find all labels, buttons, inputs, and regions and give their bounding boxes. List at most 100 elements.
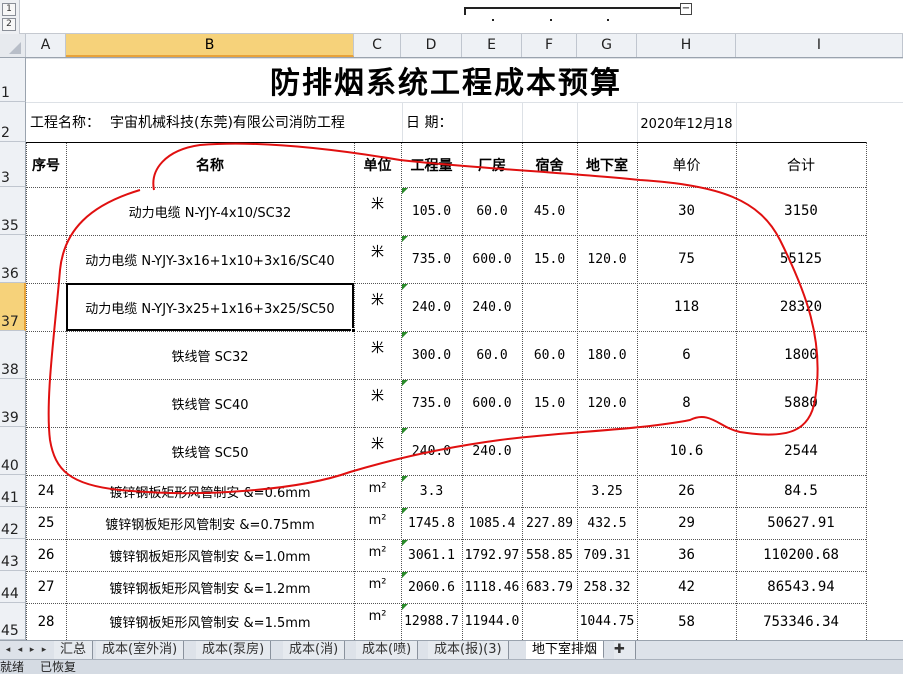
cell-name-row-36[interactable]: 动力电缆 N-YJY-3x16+1x10+3x16/SC40 <box>66 235 354 283</box>
cell-seq-row-36[interactable] <box>26 235 66 283</box>
row-header-40[interactable]: 40 <box>0 427 26 475</box>
cell-plant-row-35[interactable]: 60.0 <box>462 187 522 235</box>
cell-total-row-42[interactable]: 50627.91 <box>736 507 866 539</box>
cell-qty-row-35[interactable]: 105.0 <box>401 187 462 235</box>
cell-seq-row-43[interactable]: 26 <box>26 539 66 571</box>
cell-basement-row-42[interactable]: 432.5 <box>577 507 637 539</box>
cell-dorm-row-39[interactable]: 15.0 <box>522 379 577 427</box>
cell-basement-row-38[interactable]: 180.0 <box>577 331 637 379</box>
header-unit[interactable]: 单位 <box>354 142 401 187</box>
cell-basement-row-45[interactable]: 1044.75 <box>577 603 637 640</box>
sheet-tab-alarm[interactable]: 成本(报)(3) <box>428 641 509 659</box>
row-header-44[interactable]: 44 <box>0 571 26 603</box>
row-header-42[interactable]: 42 <box>0 507 26 539</box>
cell-total-row-39[interactable]: 5880 <box>736 379 866 427</box>
date-value[interactable]: 2020年12月18 <box>637 102 736 142</box>
row-header-3[interactable]: 3 <box>0 142 26 187</box>
cell-seq-row-35[interactable] <box>26 187 66 235</box>
column-header-f[interactable]: F <box>522 34 577 57</box>
cell-qty-row-40[interactable]: 240.0 <box>401 427 462 475</box>
cell-seq-row-38[interactable] <box>26 331 66 379</box>
cell-plant-row-43[interactable]: 1792.97 <box>462 539 522 571</box>
column-header-g[interactable]: G <box>577 34 637 57</box>
cell-plant-row-42[interactable]: 1085.4 <box>462 507 522 539</box>
cell-basement-row-40[interactable] <box>577 427 637 475</box>
header-plant[interactable]: 厂房 <box>462 142 522 187</box>
cell-unit-row-40[interactable]: 米 <box>354 427 401 475</box>
cell-total-row-40[interactable]: 2544 <box>736 427 866 475</box>
cell-name-row-42[interactable]: 镀锌钢板矩形风管制安 &=0.75mm <box>66 507 354 539</box>
outline-level-1-button[interactable]: 1 <box>2 3 16 16</box>
column-header-d[interactable]: D <box>401 34 462 57</box>
sheet-tab-summary[interactable]: 汇总 <box>54 641 94 659</box>
header-dorm[interactable]: 宿舍 <box>522 142 577 187</box>
row-header-37[interactable]: 37 <box>0 283 26 331</box>
cell-price-row-39[interactable]: 8 <box>637 379 736 427</box>
cell-seq-row-41[interactable]: 24 <box>26 475 66 507</box>
cell-total-row-45[interactable]: 753346.34 <box>736 603 866 640</box>
row-header-41[interactable]: 41 <box>0 475 26 507</box>
date-label[interactable]: 日 期： <box>402 102 462 142</box>
cell-dorm-row-43[interactable]: 558.85 <box>522 539 577 571</box>
cell-price-row-38[interactable]: 6 <box>637 331 736 379</box>
cell-total-row-38[interactable]: 1800 <box>736 331 866 379</box>
cell-qty-row-36[interactable]: 735.0 <box>401 235 462 283</box>
cell-name-row-44[interactable]: 镀锌钢板矩形风管制安 &=1.2mm <box>66 571 354 603</box>
cell-dorm-row-41[interactable] <box>522 475 577 507</box>
cell-price-row-43[interactable]: 36 <box>637 539 736 571</box>
tab-nav-prev-icon[interactable]: ◂ <box>14 642 26 658</box>
cell-price-row-36[interactable]: 75 <box>637 235 736 283</box>
cell-plant-row-39[interactable]: 600.0 <box>462 379 522 427</box>
cell-total-row-35[interactable]: 3150 <box>736 187 866 235</box>
cell-dorm-row-40[interactable] <box>522 427 577 475</box>
cell-total-row-36[interactable]: 55125 <box>736 235 866 283</box>
cell-name-row-38[interactable]: 铁线管 SC32 <box>66 331 354 379</box>
cell-price-row-35[interactable]: 30 <box>637 187 736 235</box>
cell-seq-row-44[interactable]: 27 <box>26 571 66 603</box>
fill-handle[interactable] <box>351 328 356 333</box>
sheet-tab-fire[interactable]: 成本(消) <box>283 641 346 659</box>
cell-unit-row-38[interactable]: 米 <box>354 331 401 379</box>
column-header-h[interactable]: H <box>637 34 736 57</box>
cell-unit-row-44[interactable]: m² <box>354 571 401 603</box>
header-qty[interactable]: 工程量 <box>401 142 462 187</box>
row-header-1[interactable]: 1 <box>0 58 26 102</box>
cell-qty-row-45[interactable]: 12988.7 <box>401 603 462 640</box>
column-header-i[interactable]: I <box>736 34 903 57</box>
tab-nav-next-icon[interactable]: ▸ <box>26 642 38 658</box>
cell-name-row-43[interactable]: 镀锌钢板矩形风管制安 &=1.0mm <box>66 539 354 571</box>
sheet-tab-sprinkler[interactable]: 成本(喷) <box>356 641 419 659</box>
cell-qty-row-42[interactable]: 1745.8 <box>401 507 462 539</box>
header-seq[interactable]: 序号 <box>26 142 66 187</box>
cell-qty-row-38[interactable]: 300.0 <box>401 331 462 379</box>
cell-total-row-41[interactable]: 84.5 <box>736 475 866 507</box>
cell-name-row-39[interactable]: 铁线管 SC40 <box>66 379 354 427</box>
cell-dorm-row-45[interactable] <box>522 603 577 640</box>
cell-unit-row-41[interactable]: m² <box>354 475 401 507</box>
sheet-tab-basement-smoke[interactable]: 地下室排烟 <box>526 641 605 659</box>
row-header-36[interactable]: 36 <box>0 235 26 283</box>
cell-price-row-45[interactable]: 58 <box>637 603 736 640</box>
cell-price-row-41[interactable]: 26 <box>637 475 736 507</box>
cell-plant-row-38[interactable]: 60.0 <box>462 331 522 379</box>
cell-dorm-row-36[interactable]: 15.0 <box>522 235 577 283</box>
cell-basement-row-37[interactable] <box>577 283 637 331</box>
cell-total-row-43[interactable]: 110200.68 <box>736 539 866 571</box>
cell-name-row-35[interactable]: 动力电缆 N-YJY-4x10/SC32 <box>66 187 354 235</box>
cell-price-row-37[interactable]: 118 <box>637 283 736 331</box>
cell-seq-row-37[interactable] <box>26 283 66 331</box>
cell-plant-row-40[interactable]: 240.0 <box>462 427 522 475</box>
sheet-tab-pump[interactable]: 成本(泵房) <box>196 641 272 659</box>
row-header-43[interactable]: 43 <box>0 539 26 571</box>
outline-level-2-button[interactable]: 2 <box>2 18 16 31</box>
tab-nav-last-icon[interactable]: ▸ <box>38 642 50 658</box>
cell-name-row-45[interactable]: 镀锌钢板矩形风管制安 &=1.5mm <box>66 603 354 640</box>
cell-unit-row-45[interactable]: m² <box>354 603 401 640</box>
column-header-b[interactable]: B <box>66 34 354 57</box>
outline-collapse-button[interactable]: − <box>680 3 692 15</box>
cell-price-row-40[interactable]: 10.6 <box>637 427 736 475</box>
cell-basement-row-44[interactable]: 258.32 <box>577 571 637 603</box>
cell-basement-row-43[interactable]: 709.31 <box>577 539 637 571</box>
cell-qty-row-37[interactable]: 240.0 <box>401 283 462 331</box>
row-header-45[interactable]: 45 <box>0 603 26 640</box>
